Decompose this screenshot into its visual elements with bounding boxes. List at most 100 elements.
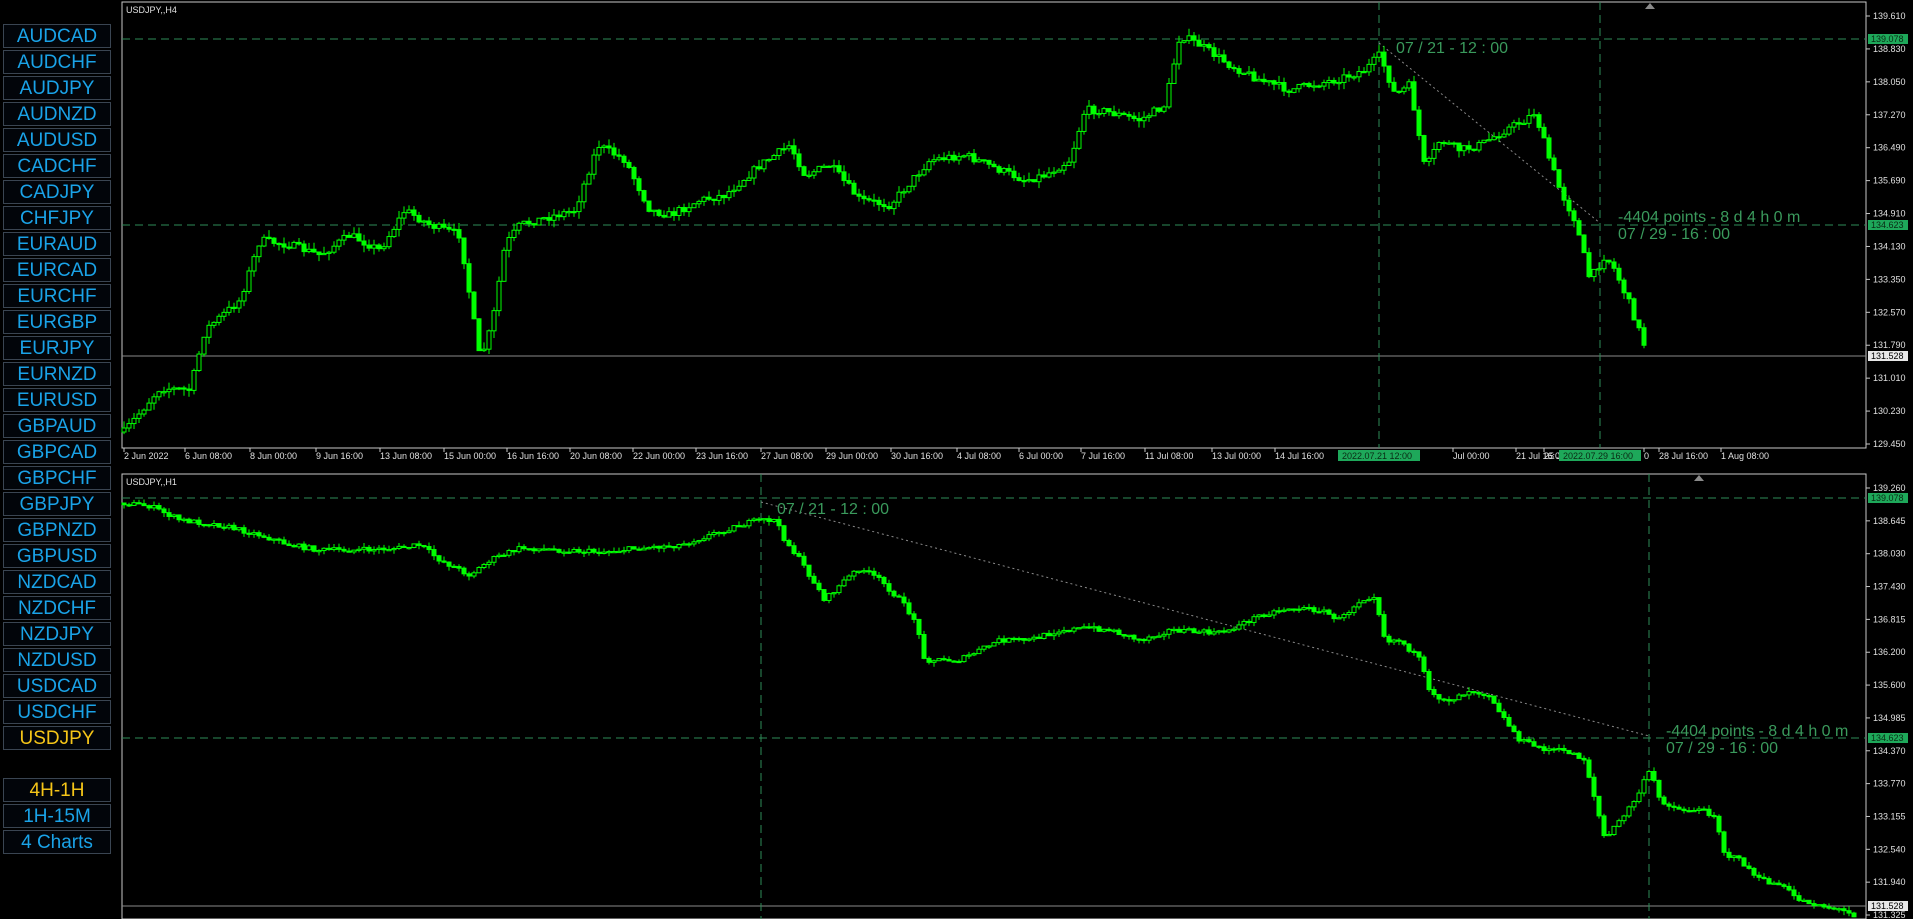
candle-body — [431, 224, 437, 229]
candle-body — [1526, 739, 1532, 743]
x-tick-label: 6 Jun 08:00 — [185, 451, 232, 461]
y-tick-label: 131.325 — [1873, 910, 1906, 919]
candle-body — [396, 217, 402, 230]
candle-body — [741, 179, 747, 187]
candle-body — [936, 658, 942, 662]
candle-body — [1191, 35, 1197, 41]
candle-body — [1206, 629, 1212, 635]
candle-body — [951, 660, 957, 663]
candle-body — [626, 161, 632, 168]
candle-body — [401, 212, 407, 219]
candle-body — [1601, 259, 1607, 270]
candle-body — [1001, 168, 1007, 173]
candle-body — [1276, 81, 1282, 85]
candle-body — [1206, 44, 1212, 49]
candle-body — [1186, 35, 1192, 42]
candle-body — [1111, 111, 1117, 117]
candle-body — [1456, 142, 1462, 152]
candle-body — [1216, 54, 1222, 57]
candle-body — [871, 199, 877, 202]
candle-body — [661, 214, 667, 218]
candle-body — [1346, 612, 1352, 616]
candle-body — [1076, 130, 1082, 149]
candle-body — [1356, 602, 1362, 608]
candle-body — [541, 217, 547, 220]
candle-body — [1526, 115, 1532, 124]
candle-body — [796, 153, 802, 168]
candle-body — [616, 154, 622, 157]
chart-pane-h1[interactable]: USDJPY,,H1 139.260 138.645 138.030 137.430 13… — [121, 473, 1908, 919]
candle-body — [746, 177, 752, 181]
candle-body — [831, 592, 837, 595]
candle-body — [966, 654, 972, 657]
candle-body — [146, 505, 152, 509]
candle-body — [1031, 179, 1037, 183]
candle-body — [576, 548, 582, 553]
candle-body — [1826, 906, 1832, 909]
candle-body — [1346, 74, 1352, 78]
candle-body — [656, 209, 662, 216]
candle-body — [656, 545, 662, 549]
chart-pane-h4[interactable]: USDJPY,,H4 139.610 138.830 138.050 137.270 13… — [121, 1, 1908, 461]
candle-body — [1531, 114, 1537, 117]
candle-body — [161, 508, 167, 514]
candle-body — [636, 178, 642, 192]
candle-body — [956, 660, 962, 664]
candle-body — [541, 548, 547, 551]
candle-body — [1386, 635, 1392, 643]
candle-body — [1536, 114, 1542, 128]
candle-body — [1141, 638, 1147, 642]
candle-body — [501, 554, 507, 557]
candle-body — [1006, 168, 1012, 172]
candle-body — [1011, 637, 1017, 641]
y-tick-label: 135.690 — [1873, 176, 1906, 186]
candle-body — [1606, 259, 1612, 263]
candle-body — [236, 527, 242, 531]
candle-body — [371, 548, 377, 552]
candle-body — [1426, 157, 1432, 162]
y-tick-label: 136.815 — [1873, 614, 1906, 624]
candle-body — [1541, 746, 1547, 752]
candle-body — [1816, 904, 1822, 907]
candle-body — [1181, 40, 1187, 43]
y-tick-label: 134.910 — [1873, 209, 1906, 219]
candle-body — [226, 306, 232, 313]
x-tick-label: Jul 00:00 — [1453, 451, 1490, 461]
candle-body — [756, 518, 762, 521]
candle-body — [211, 321, 217, 326]
candle-body — [126, 423, 132, 429]
candle-body — [781, 525, 787, 541]
candle-body — [1321, 82, 1327, 87]
y-tick-label: 132.570 — [1873, 307, 1906, 317]
x-tick-label: 13 Jul 00:00 — [1212, 451, 1261, 461]
candle-body — [986, 159, 992, 165]
candle-body — [906, 185, 912, 193]
candle-body — [901, 191, 907, 194]
candle-body — [196, 353, 202, 371]
candle-body — [1091, 105, 1097, 115]
candle-body — [356, 548, 362, 551]
candle-body — [566, 551, 572, 554]
candle-body — [1696, 808, 1702, 812]
candle-body — [231, 306, 237, 309]
candle-body — [1041, 632, 1047, 639]
candle-body — [156, 391, 162, 398]
candle-body — [301, 243, 307, 253]
candle-body — [336, 547, 342, 550]
candle-body — [1411, 81, 1417, 111]
candle-body — [291, 241, 297, 249]
candle-body — [341, 234, 347, 241]
candle-body — [841, 579, 847, 587]
candle-body — [1796, 895, 1802, 901]
candle-body — [921, 169, 927, 176]
candle-body — [1261, 78, 1267, 83]
price-tag-label-top: 139.078 — [1871, 493, 1904, 503]
candle-body — [186, 518, 192, 524]
candle-body — [321, 547, 327, 552]
candle-body — [1231, 628, 1237, 631]
candle-body — [1476, 692, 1482, 695]
candle-body — [1446, 142, 1452, 145]
candle-body — [1721, 831, 1727, 853]
candle-body — [436, 555, 442, 562]
candle-body — [1241, 620, 1247, 626]
